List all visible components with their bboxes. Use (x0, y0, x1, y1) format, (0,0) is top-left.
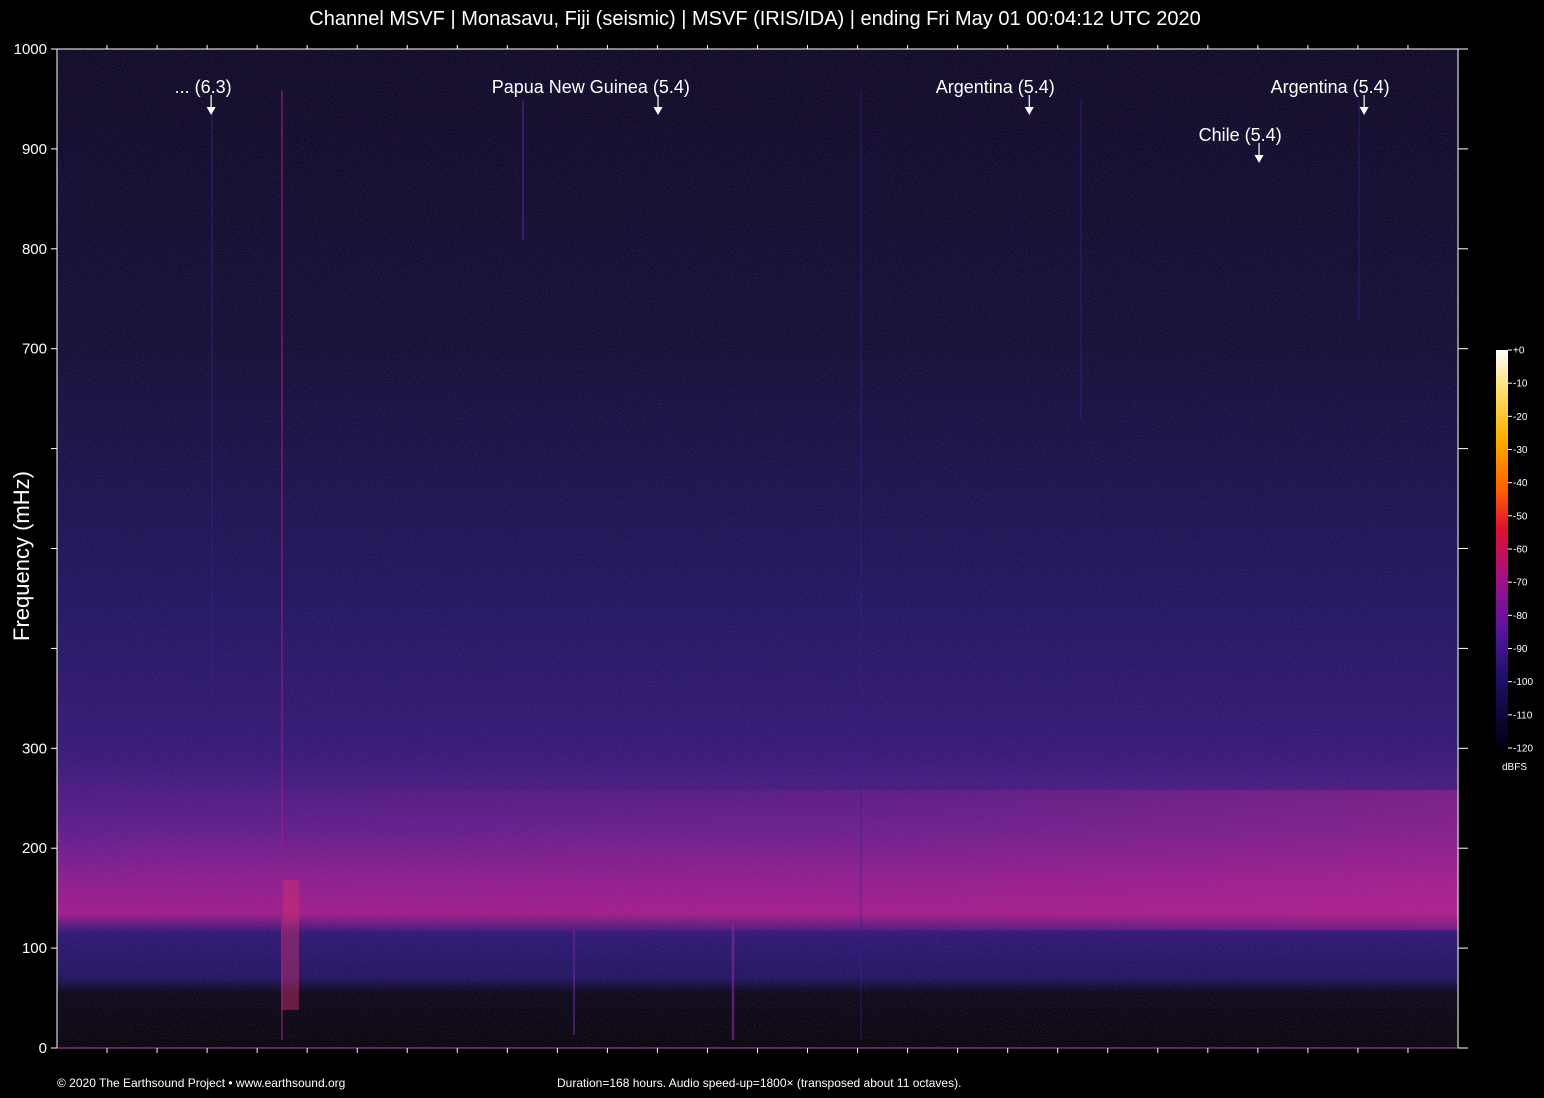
spectrogram-image (57, 49, 1458, 1048)
colorbar-tick-label: -10 (1513, 379, 1528, 390)
colorbar-tick-label: -40 (1513, 478, 1528, 489)
colorbar-unit-label: dBFS (1502, 762, 1528, 773)
y-tick-label: 800 (22, 241, 47, 258)
copyright-text: © 2020 The Earthsound Project • www.eart… (57, 1076, 346, 1090)
y-tick-label: 0 (39, 1040, 47, 1057)
colorbar-tick-label: -50 (1513, 511, 1528, 522)
event-label: Chile (5.4) (1199, 125, 1282, 145)
event-label: Argentina (5.4) (936, 77, 1055, 97)
colorbar-tick-label: -20 (1513, 412, 1528, 423)
colorbar-tick-label: -30 (1513, 445, 1528, 456)
colorbar-tick-label: -120 (1513, 744, 1533, 755)
y-tick-label: 100 (22, 940, 47, 957)
colorbar-tick-label: -70 (1513, 578, 1528, 589)
y-tick-label: 1000 (14, 41, 47, 58)
colorbar-tick-label: -80 (1513, 611, 1528, 622)
event-label: ... (6.3) (175, 77, 232, 97)
colorbar-tick-label: -100 (1513, 677, 1533, 688)
y-tick-label: 300 (22, 740, 47, 757)
duration-note: Duration=168 hours. Audio speed-up=1800×… (557, 1076, 962, 1090)
event-label: Papua New Guinea (5.4) (492, 77, 690, 97)
colorbar-tick-label: -110 (1513, 710, 1533, 721)
y-tick-label: 700 (22, 341, 47, 358)
colorbar-tick-label: -60 (1513, 545, 1528, 556)
spectrogram-chart: 0 100 200 300 700 800 900 1000 ... (6.3) Papua N… (14, 41, 1534, 1057)
colorbar-tick-label: +0 (1513, 346, 1525, 357)
y-tick-label: 900 (22, 141, 47, 158)
colorbar-tick-label: -90 (1513, 644, 1528, 655)
y-tick-label: 200 (22, 840, 47, 857)
event-label: Argentina (5.4) (1271, 77, 1390, 97)
colorbar: +0 -10 -20 -30 -40 -50 -60 -70 -80 -90 -100 -110 -12… (1496, 346, 1533, 755)
colorbar-gradient (1496, 350, 1508, 748)
